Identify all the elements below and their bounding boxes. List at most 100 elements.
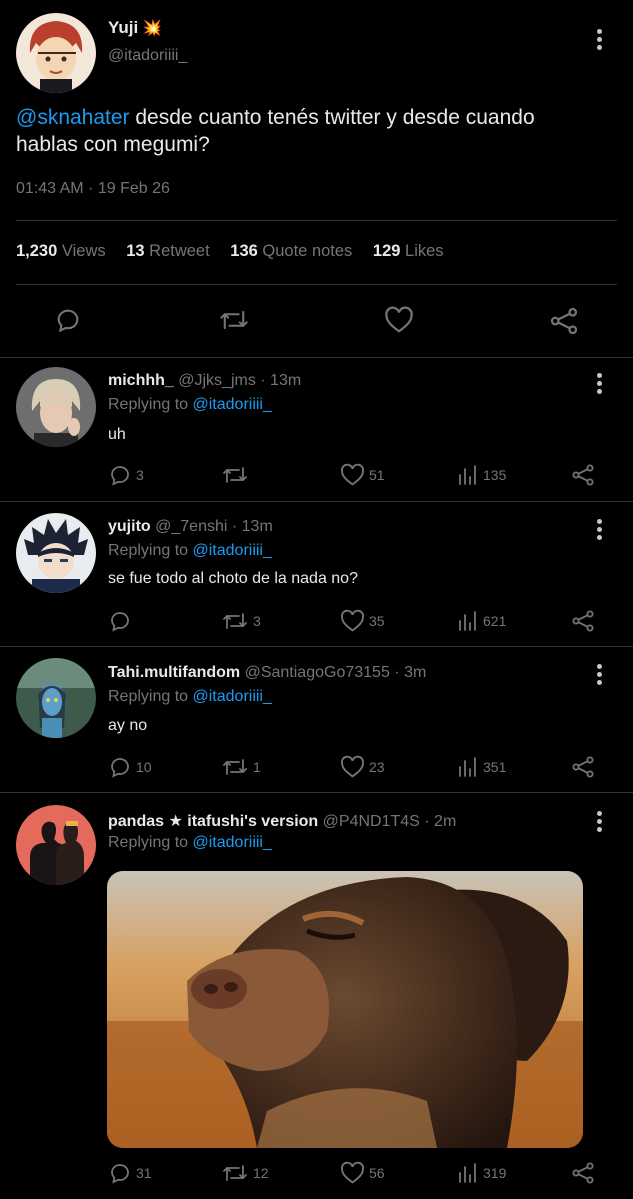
heart-icon — [340, 609, 365, 633]
reply-time: · 13m — [260, 372, 302, 389]
like-action[interactable]: 51 — [340, 463, 385, 487]
user-handle[interactable]: @P4ND1T4S — [323, 813, 420, 830]
replying-to: Replying to @itadoriiii_ — [108, 834, 272, 851]
tweet-text: @sknahater desde cuanto tenés twitter y … — [16, 106, 535, 156]
display-name[interactable]: michhh_ — [108, 372, 174, 389]
avatar[interactable] — [16, 13, 96, 93]
mention-link[interactable]: @itadoriiii_ — [193, 688, 272, 705]
retweet-icon — [221, 609, 249, 633]
reply-header: michhh_ @Jjks_jms · 13m — [108, 372, 301, 390]
views-count: 621 — [483, 613, 507, 629]
reply-icon[interactable] — [54, 306, 82, 334]
like-count: 56 — [369, 1165, 385, 1181]
more-options-icon[interactable] — [597, 373, 603, 397]
avatar[interactable] — [16, 658, 96, 738]
avatar[interactable] — [16, 805, 96, 885]
retweet-action[interactable]: 12 — [221, 1161, 269, 1185]
divider — [16, 284, 617, 285]
more-options-icon[interactable] — [597, 811, 603, 835]
mention-link[interactable]: @sknahater — [16, 106, 130, 129]
views-stat[interactable]: 1,230 Views — [16, 242, 106, 260]
reply-header: yujito @_7enshi · 13m — [108, 518, 273, 536]
retweet-icon — [221, 1161, 249, 1185]
display-name[interactable]: Tahi.multifandom — [108, 664, 240, 681]
more-options-icon[interactable] — [597, 29, 603, 53]
display-name[interactable]: yujito — [108, 518, 151, 535]
retweet-action[interactable]: 1 — [221, 755, 261, 779]
heart-icon — [340, 755, 365, 779]
more-options-icon[interactable] — [597, 664, 603, 688]
reply-icon — [108, 1161, 132, 1185]
mention-link[interactable]: @itadoriiii_ — [193, 396, 272, 413]
avatar[interactable] — [16, 367, 96, 447]
reply-tweet[interactable]: yujito @_7enshi · 13m Replying to @itado… — [0, 502, 633, 645]
like-action[interactable]: 56 — [340, 1161, 385, 1185]
retweet-action[interactable] — [221, 463, 253, 487]
share-icon[interactable] — [571, 755, 595, 779]
like-count: 23 — [369, 759, 385, 775]
likes-stat[interactable]: 129 Likes — [373, 242, 444, 260]
views-action[interactable]: 621 — [457, 609, 506, 633]
share-icon[interactable] — [549, 306, 579, 336]
views-action[interactable]: 319 — [457, 1161, 506, 1185]
more-options-icon[interactable] — [597, 519, 603, 543]
retweet-icon — [221, 755, 249, 779]
retweet-action[interactable]: 3 — [221, 609, 261, 633]
reply-action[interactable] — [108, 609, 136, 633]
views-count: 319 — [483, 1165, 507, 1181]
user-handle[interactable]: @_7enshi — [155, 518, 227, 535]
mention-link[interactable]: @itadoriiii_ — [193, 542, 272, 559]
replying-to: Replying to @itadoriiii_ — [108, 542, 272, 559]
reply-action[interactable]: 31 — [108, 1161, 152, 1185]
reply-count: 3 — [136, 467, 144, 483]
mention-link[interactable]: @itadoriiii_ — [193, 834, 272, 851]
like-count: 51 — [369, 467, 385, 483]
reply-icon — [108, 755, 132, 779]
views-action[interactable]: 135 — [457, 463, 506, 487]
views-count: 135 — [483, 467, 507, 483]
like-action[interactable]: 23 — [340, 755, 385, 779]
dog-photo[interactable] — [107, 871, 583, 1148]
heart-icon[interactable] — [384, 306, 414, 334]
views-bar-chart-icon — [457, 1161, 479, 1185]
retweet-icon — [221, 463, 249, 487]
like-action[interactable]: 35 — [340, 609, 385, 633]
tweet-timestamp: 01:43 AM · 19 Feb 26 — [16, 180, 170, 197]
heart-icon — [340, 1161, 365, 1185]
reply-tweet[interactable]: Tahi.multifandom @SantiagoGo73155 · 3m R… — [0, 647, 633, 791]
reply-time: · 13m — [231, 518, 273, 535]
retweets-stat[interactable]: 13 Retweet — [126, 242, 209, 260]
burst-emoji-icon: 💥 — [142, 20, 163, 37]
display-name[interactable]: Yuji 💥 — [108, 18, 162, 38]
quotes-stat[interactable]: 136 Quote notes — [230, 242, 352, 260]
views-bar-chart-icon — [457, 755, 479, 779]
avatar[interactable] — [16, 513, 96, 593]
share-icon[interactable] — [571, 1161, 595, 1185]
tweet-stats: 1,230 Views 13 Retweet 136 Quote notes 1… — [16, 242, 460, 261]
reply-action[interactable]: 10 — [108, 755, 152, 779]
views-bar-chart-icon — [457, 463, 479, 487]
user-handle[interactable]: @itadoriiii_ — [108, 47, 187, 65]
replying-to: Replying to @itadoriiii_ — [108, 688, 272, 705]
reply-action[interactable]: 3 — [108, 463, 144, 487]
user-handle[interactable]: @SantiagoGo73155 — [245, 664, 390, 681]
retweet-icon[interactable] — [219, 306, 249, 334]
reply-icon — [108, 463, 132, 487]
heart-icon — [340, 463, 365, 487]
like-count: 35 — [369, 613, 385, 629]
retweet-count: 12 — [253, 1165, 269, 1181]
share-icon[interactable] — [571, 463, 595, 487]
share-icon[interactable] — [571, 609, 595, 633]
display-name[interactable]: pandas ★ itafushi's version — [108, 813, 318, 830]
retweet-count: 3 — [253, 613, 261, 629]
reply-count: 31 — [136, 1165, 152, 1181]
reply-count: 10 — [136, 759, 152, 775]
replying-to: Replying to @itadoriiii_ — [108, 396, 272, 413]
reply-text: ay no — [108, 717, 148, 734]
views-action[interactable]: 351 — [457, 755, 506, 779]
retweet-count: 1 — [253, 759, 261, 775]
reply-time: · 2m — [424, 813, 457, 830]
user-handle[interactable]: @Jjks_jms — [178, 372, 256, 389]
reply-tweet[interactable]: michhh_ @Jjks_jms · 13m Replying to @ita… — [0, 358, 633, 500]
reply-text: se fue todo al choto de la nada no? — [108, 570, 358, 587]
